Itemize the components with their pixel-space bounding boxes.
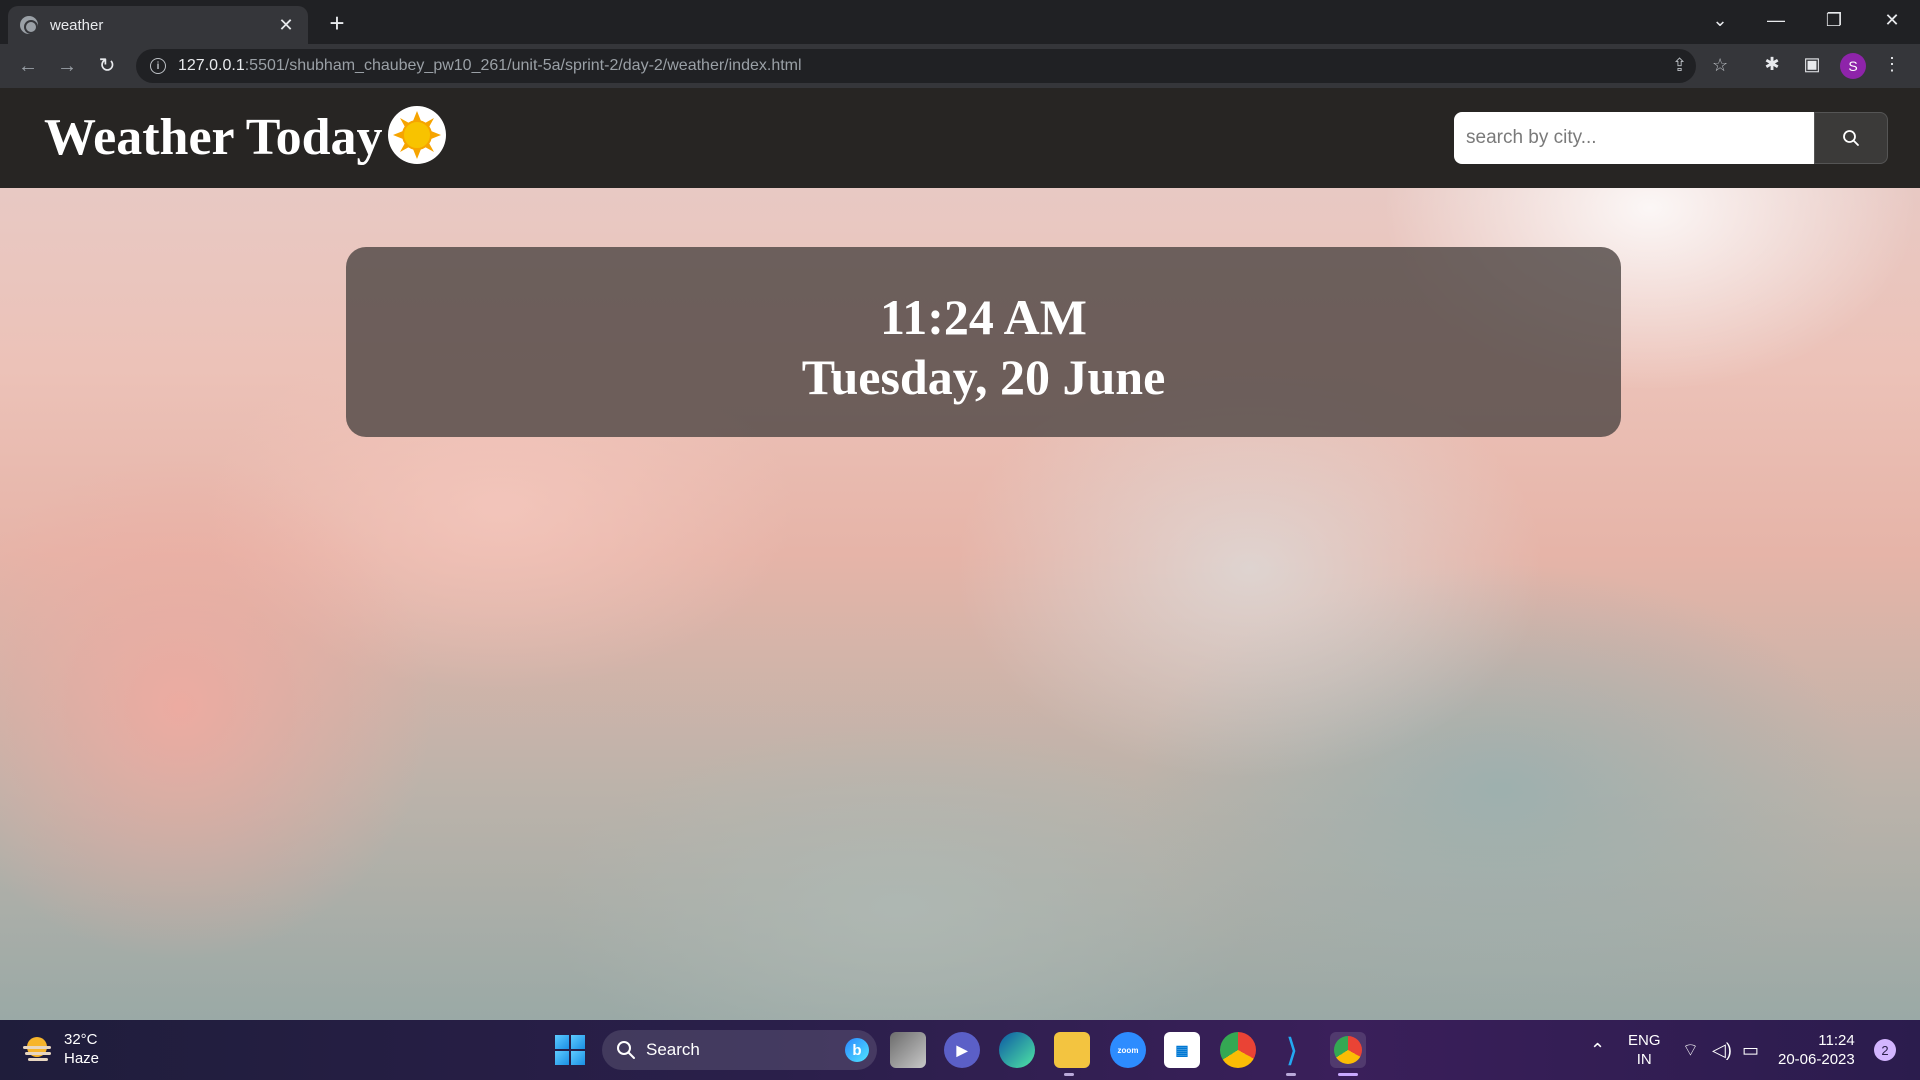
current-date: Tuesday, 20 June (801, 349, 1166, 405)
tab-title: weather (50, 16, 104, 34)
back-button[interactable]: ← (14, 52, 42, 80)
minimize-button[interactable]: — (1748, 0, 1804, 40)
search-icon (617, 1041, 635, 1059)
search-button[interactable] (1814, 112, 1888, 164)
url-host: 127.0.0.1 (178, 57, 245, 74)
haze-weather-icon (23, 1037, 51, 1061)
microsoft-store-icon[interactable]: ▦ (1164, 1032, 1200, 1068)
page-viewport: Weather Today search by city... 11:24 AM… (0, 88, 1920, 1020)
taskbar-search-label: Search (646, 1040, 700, 1059)
chrome-icon[interactable] (1220, 1032, 1256, 1068)
lang-line2: IN (1636, 1051, 1652, 1068)
tab-search-chevron-icon[interactable]: ⌄ (1692, 0, 1748, 40)
volume-icon[interactable]: ◁) (1712, 1020, 1732, 1080)
site-header: Weather Today (0, 88, 1920, 188)
taskbar-weather-widget[interactable]: 32°C Haze (20, 1030, 99, 1068)
file-explorer-icon[interactable] (1054, 1032, 1090, 1068)
close-tab-icon[interactable]: ✕ (276, 15, 296, 36)
taskbar: 32°C Haze Search b ▶ zoom ▦ ⟩ ⌃ ENG IN ⌔… (0, 1020, 1920, 1080)
browser-menu-icon[interactable]: ⋮ (1880, 54, 1904, 75)
new-tab-button[interactable]: + (322, 8, 352, 38)
taskbar-clock[interactable]: 11:24 20-06-2023 (1778, 1020, 1855, 1080)
input-language[interactable]: ENG IN (1628, 1020, 1661, 1080)
close-window-button[interactable]: ✕ (1864, 0, 1920, 40)
current-time: 11:24 AM (880, 289, 1087, 345)
teams-chat-icon[interactable]: ▶ (944, 1032, 980, 1068)
taskbar-date: 20-06-2023 (1778, 1051, 1855, 1068)
url-path: :5501/shubham_chaubey_pw10_261/unit-5a/s… (244, 57, 802, 74)
chrome-profile-active-icon[interactable] (1330, 1032, 1366, 1068)
notification-badge[interactable]: 2 (1874, 1039, 1896, 1061)
weather-temp: 32°C (64, 1031, 98, 1048)
edge-icon[interactable] (999, 1032, 1035, 1068)
globe-icon (20, 16, 38, 34)
browser-tab[interactable]: weather ✕ (8, 6, 308, 44)
side-panel-icon[interactable]: ▣ (1800, 54, 1824, 75)
lang-line1: ENG (1628, 1032, 1661, 1049)
profile-avatar[interactable]: S (1840, 53, 1866, 79)
city-search-input[interactable] (1454, 112, 1814, 164)
show-hidden-icons-chevron[interactable]: ⌃ (1590, 1020, 1605, 1080)
battery-icon[interactable]: ▭ (1742, 1020, 1759, 1080)
bookmark-star-icon[interactable]: ☆ (1712, 55, 1728, 76)
taskbar-time: 11:24 (1818, 1032, 1855, 1049)
search-icon (1843, 130, 1859, 146)
datetime-card: 11:24 AM Tuesday, 20 June (346, 247, 1621, 437)
address-bar[interactable]: i 127.0.0.1:5501/shubham_chaubey_pw10_26… (136, 49, 1728, 83)
share-icon[interactable]: ⇪ (1672, 55, 1687, 76)
browser-toolbar: ← → ↻ i 127.0.0.1:5501/shubham_chaubey_p… (0, 44, 1920, 88)
vscode-icon[interactable]: ⟩ (1274, 1032, 1310, 1068)
page-title: Weather Today (44, 109, 383, 166)
taskbar-search[interactable]: Search b (602, 1030, 877, 1070)
wifi-icon[interactable]: ⌔ (1682, 1020, 1699, 1080)
browser-tabstrip: weather ✕ + ⌄ — ❐ ✕ (0, 0, 1920, 44)
reload-button[interactable]: ↻ (93, 52, 121, 80)
windows-start-button[interactable] (555, 1035, 585, 1065)
weather-desc: Haze (64, 1050, 100, 1067)
restore-button[interactable]: ❐ (1806, 0, 1862, 40)
task-view-icon[interactable] (890, 1032, 926, 1068)
zoom-icon[interactable]: zoom (1110, 1032, 1146, 1068)
sun-icon (388, 106, 446, 164)
forward-button[interactable]: → (53, 52, 81, 80)
extensions-puzzle-icon[interactable]: ✱ (1760, 54, 1784, 75)
site-info-icon[interactable]: i (150, 58, 166, 74)
bing-icon[interactable]: b (845, 1038, 869, 1062)
